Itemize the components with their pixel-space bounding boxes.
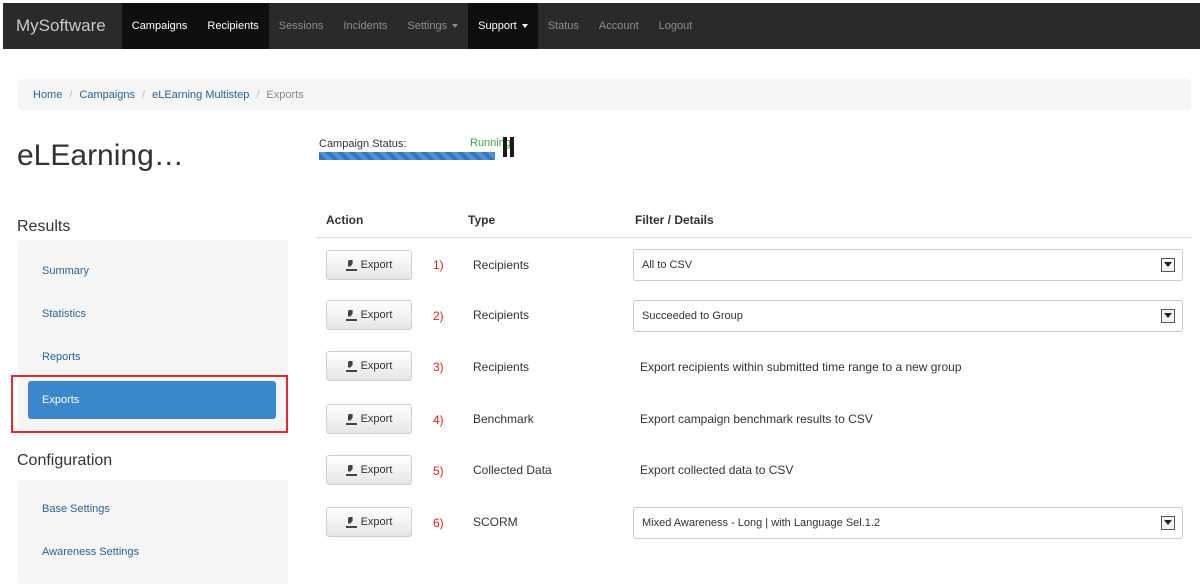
nav-sessions[interactable]: Sessions [269, 3, 334, 49]
page-title: eLEarning… [17, 139, 184, 172]
export-icon [345, 517, 357, 528]
row-number: 3) [433, 360, 444, 374]
campaign-status-bar [319, 152, 495, 160]
row-type: Recipients [473, 308, 530, 322]
sidebar-item-base-settings[interactable]: Base Settings [28, 490, 276, 528]
nav-settings-label: Settings [407, 20, 448, 32]
export-button[interactable]: Export [326, 300, 412, 330]
export-icon [345, 310, 357, 321]
caret-down-icon [452, 24, 459, 29]
pause-icon[interactable] [503, 137, 515, 157]
breadcrumb-campaigns[interactable]: Campaigns [79, 89, 135, 101]
export-button[interactable]: Export [326, 250, 412, 280]
filter-select[interactable]: Mixed Awareness - Long | with Language S… [633, 507, 1183, 539]
export-icon [345, 465, 357, 476]
breadcrumb-separator: / [142, 88, 146, 101]
breadcrumb-separator: / [69, 88, 73, 101]
export-label: Export [360, 413, 393, 425]
filter-select[interactable]: All to CSV [633, 249, 1183, 281]
chevron-down-icon [1161, 516, 1175, 530]
row-detail: Export campaign benchmark results to CSV [640, 412, 873, 426]
caret-down-icon [521, 24, 528, 29]
configuration-nav: Base Settings Awareness Settings [18, 480, 288, 584]
breadcrumb-current: Exports [266, 88, 304, 101]
chevron-down-icon [1161, 258, 1175, 272]
row-number: 4) [433, 413, 444, 427]
row-number: 1) [433, 258, 444, 272]
filter-select-value: Mixed Awareness - Long | with Language S… [642, 517, 881, 529]
row-type: Recipients [473, 360, 530, 374]
row-type: Collected Data [473, 463, 552, 477]
nav-recipients[interactable]: Recipients [197, 3, 269, 49]
sidebar-item-statistics[interactable]: Statistics [28, 295, 276, 333]
nav-support[interactable]: Support [468, 3, 538, 49]
column-header-action: Action [326, 213, 364, 227]
row-type: SCORM [473, 515, 518, 529]
row-number: 5) [433, 464, 444, 478]
row-detail: Export collected data to CSV [640, 463, 794, 477]
column-header-filter: Filter / Details [635, 213, 714, 227]
breadcrumb: Home / Campaigns / eLEarning Multistep /… [18, 79, 1191, 110]
row-type: Recipients [473, 258, 530, 272]
filter-select-value: Succeeded to Group [642, 310, 743, 322]
sidebar-item-awareness-settings[interactable]: Awareness Settings [28, 533, 276, 571]
export-button[interactable]: Export [326, 351, 412, 381]
row-number: 6) [433, 516, 444, 530]
column-header-type: Type [468, 213, 496, 227]
export-icon [345, 414, 357, 425]
chevron-down-icon [1161, 309, 1175, 323]
nav-settings[interactable]: Settings [397, 3, 468, 49]
nav-account[interactable]: Account [589, 3, 649, 49]
export-label: Export [360, 516, 393, 528]
campaign-status-label: Campaign Status: [319, 138, 407, 150]
nav-incidents[interactable]: Incidents [333, 3, 397, 49]
export-label: Export [360, 259, 393, 271]
row-type: Benchmark [473, 412, 534, 426]
export-button[interactable]: Export [326, 507, 412, 537]
sidebar-item-summary[interactable]: Summary [28, 252, 276, 290]
top-navbar: MySoftware Campaigns Recipients Sessions… [3, 3, 1200, 49]
export-button[interactable]: Export [326, 404, 412, 434]
brand-logo[interactable]: MySoftware [3, 3, 122, 49]
breadcrumb-separator: / [256, 88, 260, 101]
export-label: Export [360, 309, 393, 321]
export-label: Export [360, 464, 393, 476]
nav-support-label: Support [478, 20, 517, 32]
breadcrumb-campaign[interactable]: eLEarning Multistep [152, 89, 249, 101]
export-icon [345, 361, 357, 372]
breadcrumb-home[interactable]: Home [33, 89, 62, 101]
table-header-divider [316, 237, 1191, 238]
nav-logout[interactable]: Logout [649, 3, 703, 49]
sidebar-item-reports[interactable]: Reports [28, 338, 276, 376]
results-heading: Results [17, 218, 71, 235]
export-button[interactable]: Export [326, 455, 412, 485]
filter-select-value: All to CSV [642, 259, 693, 271]
highlight-box [11, 375, 288, 433]
export-icon [345, 260, 357, 271]
row-detail: Export recipients within submitted time … [640, 360, 962, 374]
nav-campaigns[interactable]: Campaigns [121, 3, 198, 49]
row-number: 2) [433, 309, 444, 323]
export-label: Export [360, 360, 393, 372]
nav-status[interactable]: Status [538, 3, 589, 49]
configuration-heading: Configuration [17, 452, 113, 469]
filter-select[interactable]: Succeeded to Group [633, 300, 1183, 332]
